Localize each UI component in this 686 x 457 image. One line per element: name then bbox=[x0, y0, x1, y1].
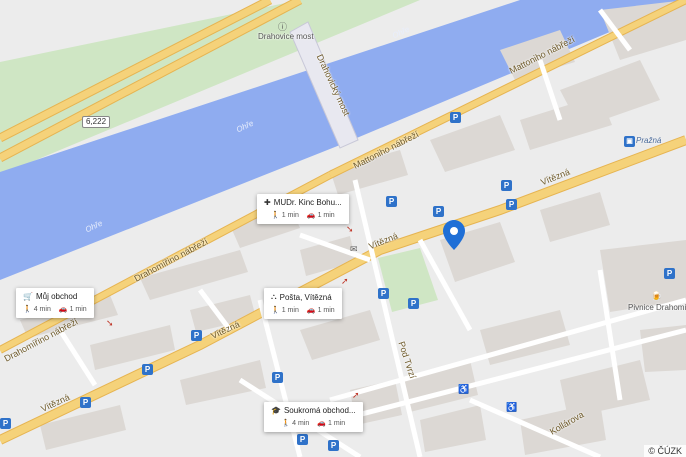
parking-icon[interactable]: P bbox=[272, 372, 283, 383]
walk-icon: 🚶 bbox=[23, 306, 32, 313]
drive-time: 🚗 1 min bbox=[307, 211, 335, 219]
poi-card-title: Můj obchod bbox=[35, 292, 78, 301]
parking-icon[interactable]: P bbox=[142, 364, 153, 375]
car-icon: 🚗 bbox=[306, 307, 316, 314]
drive-time-value: 1 min bbox=[69, 306, 87, 313]
walk-icon: 🚶 bbox=[271, 307, 280, 314]
parking-icon[interactable]: P bbox=[297, 434, 308, 445]
walk-time-value: 1 min bbox=[281, 307, 299, 314]
walk-time: 🚶 4 min bbox=[281, 419, 309, 427]
parking-icon[interactable]: P bbox=[386, 196, 397, 207]
road-shield: 6,222 bbox=[82, 116, 111, 128]
parking-icon[interactable]: P bbox=[506, 199, 517, 210]
beer-icon[interactable]: 🍺 bbox=[651, 291, 662, 302]
parking-icon[interactable]: P bbox=[328, 440, 339, 451]
parking-icon[interactable]: P bbox=[0, 418, 11, 429]
map-canvas[interactable]: 6,222 Ohře Ohře Ohře Mattoniho nábřeží M… bbox=[0, 0, 686, 457]
poi-card[interactable]: ⛬ Pošta, Vítězná 🚶 1 min 🚗 1 min bbox=[264, 288, 342, 319]
direction-arrow-icon: ➘ bbox=[106, 318, 114, 328]
walk-icon: 🚶 bbox=[281, 420, 291, 427]
map-attribution[interactable]: © ČÚZK bbox=[644, 445, 686, 457]
poi-card-title: Soukromá obchod... bbox=[283, 406, 356, 415]
walk-time-value: 4 min bbox=[292, 420, 310, 427]
parking-icon[interactable]: P bbox=[80, 397, 91, 408]
poi-card-title: Pošta, Vítězná bbox=[279, 292, 332, 302]
wheelchair-icon[interactable]: ♿ bbox=[506, 402, 517, 413]
walk-time-value: 1 min bbox=[281, 212, 299, 219]
car-icon: 🚗 bbox=[306, 212, 316, 219]
map-base-layer bbox=[0, 0, 686, 457]
drive-time: 🚗 1 min bbox=[59, 305, 87, 313]
drive-time: 🚗 1 min bbox=[317, 419, 345, 427]
shopping-cart-icon: 🛒 bbox=[23, 292, 33, 301]
bus-stop-icon[interactable]: ▣ bbox=[624, 136, 635, 147]
location-pin-icon[interactable] bbox=[443, 220, 465, 255]
parking-icon[interactable]: P bbox=[378, 288, 389, 299]
poi-card[interactable]: 🎓 Soukromá obchod... 🚶 4 min 🚗 1 min bbox=[264, 402, 363, 432]
walk-time: 🚶 1 min bbox=[271, 211, 299, 219]
school-cap-icon: 🎓 bbox=[271, 406, 281, 415]
car-icon: 🚗 bbox=[317, 420, 326, 427]
poi-card-title: MUDr. Kinc Bohu... bbox=[273, 198, 342, 207]
direction-arrow-icon: ➚ bbox=[352, 390, 360, 400]
poi-card[interactable]: 🛒 Můj obchod 🚶 4 min 🚗 1 min bbox=[16, 288, 94, 318]
parking-icon[interactable]: P bbox=[664, 268, 675, 279]
car-icon: 🚗 bbox=[58, 306, 68, 313]
drive-time-value: 1 min bbox=[317, 212, 335, 219]
wheelchair-icon[interactable]: ♿ bbox=[458, 384, 469, 395]
info-icon: ⓘ bbox=[278, 22, 288, 32]
parking-icon[interactable]: P bbox=[433, 206, 444, 217]
walk-time: 🚶 4 min bbox=[23, 305, 51, 313]
parking-icon[interactable]: P bbox=[408, 298, 419, 309]
drive-time-value: 1 min bbox=[317, 307, 335, 314]
walk-time-value: 4 min bbox=[33, 306, 51, 313]
direction-arrow-icon: ➚ bbox=[341, 276, 349, 286]
parking-icon[interactable]: P bbox=[501, 180, 512, 191]
drive-time: 🚗 1 min bbox=[307, 306, 335, 314]
medical-cross-icon: ✚ bbox=[264, 198, 271, 207]
post-office-icon: ⛬ bbox=[271, 292, 277, 301]
parking-icon[interactable]: P bbox=[191, 330, 202, 341]
mail-icon[interactable]: ✉ bbox=[350, 244, 358, 255]
walk-icon: 🚶 bbox=[271, 212, 280, 219]
drive-time-value: 1 min bbox=[328, 420, 346, 427]
walk-time: 🚶 1 min bbox=[271, 306, 299, 314]
direction-arrow-icon: ➘ bbox=[346, 224, 354, 234]
parking-icon[interactable]: P bbox=[450, 112, 461, 123]
poi-card[interactable]: ✚ MUDr. Kinc Bohu... 🚶 1 min 🚗 1 min bbox=[257, 194, 349, 224]
